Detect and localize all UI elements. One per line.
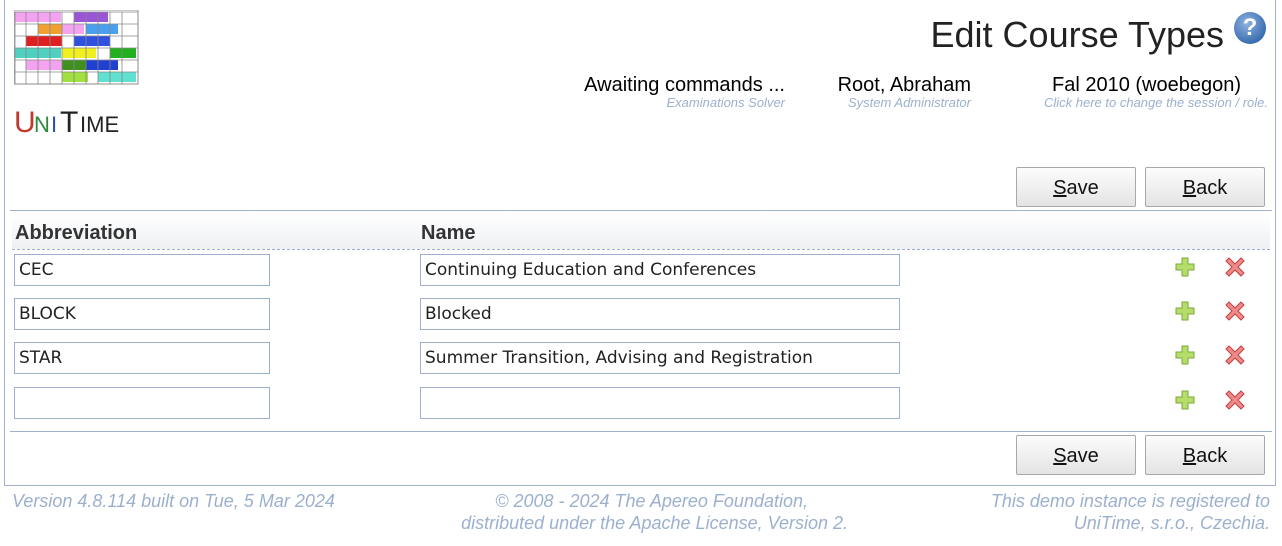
footer-copyright-line2: distributed under the Apache License, Ve… (461, 513, 848, 533)
delete-x-icon[interactable] (1225, 390, 1245, 410)
abbreviation-input-row-2[interactable] (14, 298, 270, 330)
solver-status-text: Awaiting commands ... (584, 74, 785, 96)
bottom-separator (10, 431, 1272, 432)
plus-icon[interactable] (1175, 301, 1195, 321)
abbreviation-input-row-4[interactable] (14, 387, 270, 419)
solver-status[interactable]: Awaiting commands ... Examinations Solve… (584, 74, 785, 110)
solver-type-text: Examinations Solver (666, 95, 786, 110)
plus-icon[interactable] (1175, 257, 1195, 277)
column-header-name: Name (421, 222, 476, 244)
delete-x-icon[interactable] (1225, 345, 1245, 365)
session-change-hint: Click here to change the session / role. (1043, 95, 1268, 110)
save-label-rest: ave (1066, 177, 1099, 199)
column-header-abbreviation: Abbreviation (15, 222, 138, 244)
footer-copyright: © 2008 - 2024 The Apereo Foundation, dis… (432, 490, 848, 534)
footer-registration-line1: This demo instance is registered to (990, 491, 1270, 511)
abbreviation-input-row-1[interactable] (14, 254, 270, 286)
name-input-row-2[interactable] (420, 298, 900, 330)
session-name: Fal 2010 (woebegon) (1051, 74, 1241, 96)
delete-x-icon[interactable] (1225, 257, 1245, 277)
footer-copyright-line1: © 2008 - 2024 The Apereo Foundation, (495, 491, 808, 511)
save-button-bottom[interactable]: Save (1016, 435, 1136, 475)
back-button-bottom[interactable]: Back (1145, 435, 1265, 475)
back-accel: B (1182, 445, 1197, 467)
save-button-top[interactable]: Save (1016, 167, 1136, 207)
back-button-top[interactable]: Back (1145, 167, 1265, 207)
back-label-rest: ack (1196, 445, 1228, 467)
svg-text:IME: IME (80, 112, 119, 137)
user-info[interactable]: Root, Abraham System Administrator (838, 74, 971, 110)
user-name: Root, Abraham (837, 74, 971, 96)
abbreviation-input-row-3[interactable] (14, 342, 270, 374)
back-accel: B (1182, 177, 1197, 199)
svg-text:U: U (14, 106, 36, 138)
top-separator (10, 210, 1272, 211)
save-label-rest: ave (1066, 445, 1099, 467)
svg-text:I: I (51, 112, 57, 137)
plus-icon[interactable] (1175, 390, 1195, 410)
footer-registration: This demo instance is registered to UniT… (991, 490, 1270, 534)
table-header-underline (12, 249, 1270, 250)
footer-version: Version 4.8.114 built on Tue, 5 Mar 2024 (12, 491, 335, 511)
save-accel: S (1053, 445, 1067, 467)
session-selector[interactable]: Fal 2010 (woebegon) Click here to change… (1044, 74, 1268, 110)
name-input-row-3[interactable] (420, 342, 900, 374)
delete-x-icon[interactable] (1225, 301, 1245, 321)
save-accel: S (1053, 177, 1067, 199)
table-header-background (12, 213, 1270, 249)
name-input-row-4[interactable] (420, 387, 900, 419)
svg-text:T: T (60, 106, 78, 138)
question-circle-icon[interactable]: ? (1234, 12, 1266, 44)
footer-registration-line2: UniTime, s.r.o., Czechia. (1073, 513, 1270, 533)
back-label-rest: ack (1196, 177, 1228, 199)
name-input-row-1[interactable] (420, 254, 900, 286)
unitime-logo[interactable]: U N I T IME (14, 10, 140, 138)
page-title: Edit Course Types (930, 14, 1224, 55)
plus-icon[interactable] (1175, 345, 1195, 365)
svg-text:N: N (34, 112, 50, 137)
user-role: System Administrator (847, 95, 971, 110)
